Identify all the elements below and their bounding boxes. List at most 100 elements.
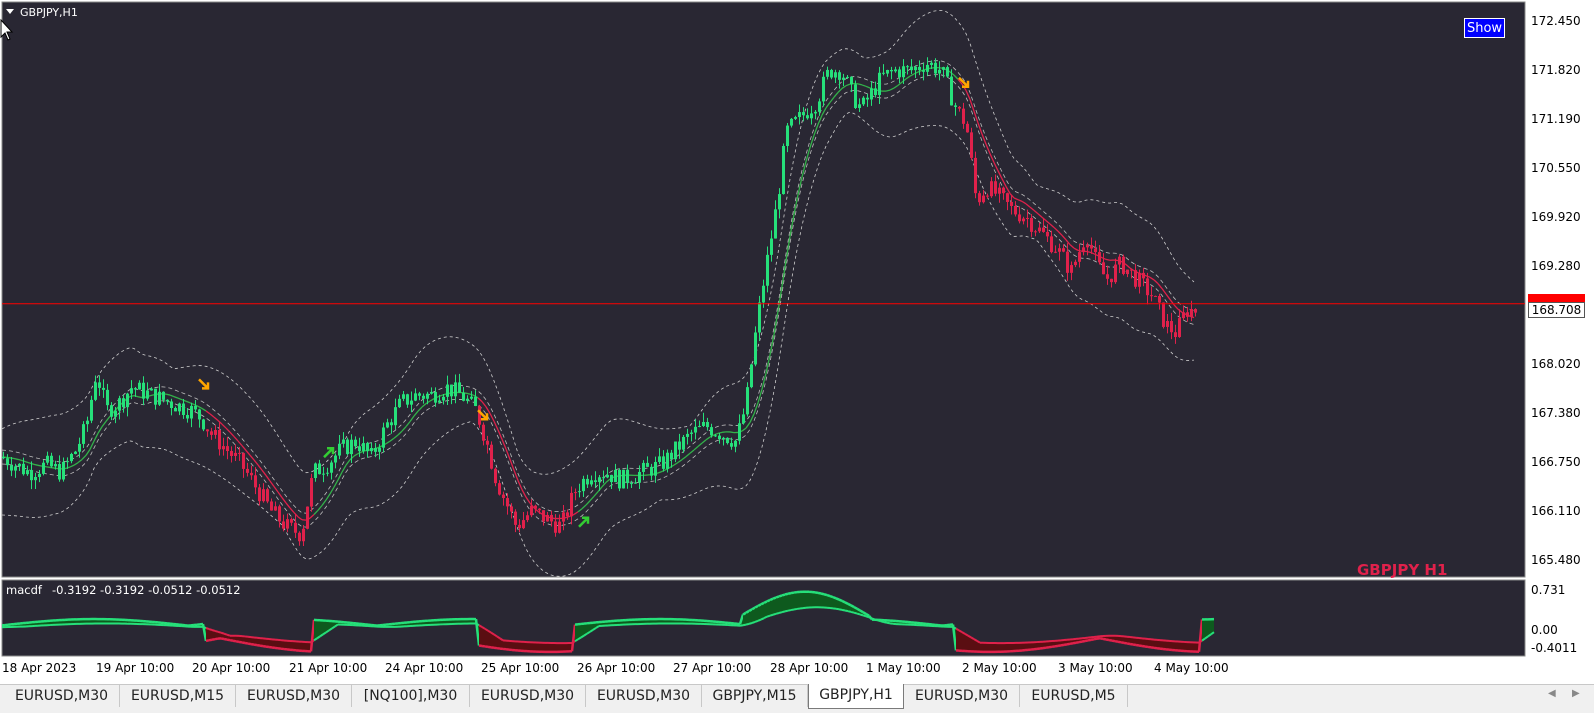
chart-tab[interactable]: EURUSD,M30 [236, 685, 352, 707]
candle-body [1034, 231, 1037, 233]
candle-body [678, 441, 681, 450]
macd-fill [536, 642, 539, 652]
macd-line [1099, 637, 1104, 641]
chart-tab[interactable]: GBPJPY,M15 [702, 685, 808, 707]
macd-fill [980, 642, 983, 652]
candle-body [394, 407, 397, 426]
candle-body [862, 97, 865, 105]
chart-tab[interactable]: EURUSD,M30 [470, 685, 586, 707]
candle-body [742, 414, 745, 424]
macd-signal-line [778, 611, 783, 614]
candle-body [966, 123, 969, 133]
candle-body [78, 443, 81, 452]
candle-body [186, 414, 189, 419]
chart-tab[interactable]: EURUSD,M30 [4, 685, 120, 707]
candle-body [390, 422, 393, 426]
candle-body [978, 193, 981, 203]
candle-body [850, 76, 853, 85]
chart-window[interactable]: GBPJPY,H1 GBPJPY H1 macdf -0.3192 -0.319… [0, 0, 1594, 684]
macd-line [763, 600, 768, 604]
candle-body [1050, 236, 1053, 253]
macd-signal-line [769, 613, 774, 617]
candle-body [118, 398, 121, 411]
candle-body [942, 67, 945, 70]
candle-body [1054, 251, 1057, 253]
indicator-values: -0.3192 -0.3192 -0.0512 -0.0512 [52, 583, 241, 597]
show-button[interactable]: Show [1464, 18, 1505, 38]
candle-body [230, 451, 233, 456]
candle-body [682, 436, 685, 450]
candle-body [1158, 296, 1161, 303]
macd-line [1084, 639, 1089, 643]
candle-body [570, 492, 573, 517]
macd-signal-line [838, 608, 843, 611]
macd-line [1069, 642, 1074, 646]
macd-line [829, 594, 834, 599]
candle-body [1066, 251, 1069, 273]
macd-fill [482, 627, 485, 647]
time-axis-label: 28 Apr 10:00 [770, 661, 848, 675]
candle-body [990, 181, 993, 197]
chart-tab[interactable]: EURUSD,M30 [904, 685, 1020, 707]
candle-body [126, 393, 129, 408]
macd-signal-line [850, 610, 855, 614]
tab-scroll-right-icon[interactable]: ▶ [1572, 688, 1580, 699]
candle-body [298, 532, 301, 542]
time-axis-label: 25 Apr 10:00 [481, 661, 559, 675]
time-axis-label: 4 May 10:00 [1154, 661, 1229, 675]
candle-body [1194, 309, 1197, 313]
candle-body [654, 461, 657, 476]
candle-body [366, 443, 369, 452]
candle-body [114, 410, 117, 417]
macd-signal-line [211, 629, 216, 632]
macd-line [1093, 637, 1098, 641]
candle-body [738, 423, 741, 441]
candle-body [338, 443, 341, 456]
chart-tab[interactable]: EURUSD,M30 [586, 685, 702, 707]
candle-body [674, 441, 677, 460]
price-axis-label: 171.190 [1531, 112, 1581, 126]
candle-body [670, 452, 673, 460]
candle-body [610, 474, 613, 483]
candle-body [618, 469, 621, 489]
candle-body [962, 108, 965, 124]
chart-tab[interactable]: EURUSD,M15 [120, 685, 236, 707]
time-axis-label: 3 May 10:00 [1058, 661, 1133, 675]
candle-body [142, 382, 145, 399]
candle-body [130, 388, 133, 394]
candle-body [270, 501, 273, 511]
candle-body [50, 455, 53, 467]
candle-body [806, 115, 809, 119]
macd-signal-line [226, 633, 231, 637]
macd-signal-line [223, 632, 228, 636]
candle-body [790, 118, 793, 126]
candle-body [778, 194, 781, 210]
candle-body [46, 455, 49, 463]
chart-tab[interactable]: EURUSD,M5 [1020, 685, 1128, 707]
candle-body [18, 463, 21, 467]
candle-body [866, 97, 869, 100]
chart-tab-active[interactable]: GBPJPY,H1 [808, 684, 904, 709]
candle-body [1138, 272, 1141, 287]
candle-body [774, 209, 777, 239]
candle-body [122, 398, 125, 408]
candle-body [1022, 218, 1025, 222]
candle-body [530, 505, 533, 516]
macd-fill [551, 642, 554, 652]
candle-body [86, 420, 89, 425]
candle-body [606, 474, 609, 478]
candle-body [310, 478, 313, 507]
macd-fill [1190, 642, 1193, 652]
candle-body [1074, 261, 1077, 266]
candle-body [98, 382, 101, 388]
candle-body [858, 104, 861, 108]
tab-scroll-left-icon[interactable]: ◀ [1548, 688, 1556, 699]
macd-line [748, 608, 753, 613]
macd-signal-line [745, 622, 750, 626]
symbol-label: GBPJPY,H1 [20, 6, 78, 19]
chart-tab[interactable]: [NQ100],M30 [352, 685, 470, 707]
candle-body [434, 391, 437, 403]
candle-body [470, 396, 473, 399]
candle-body [402, 394, 405, 399]
macd-signal-line [790, 608, 795, 612]
